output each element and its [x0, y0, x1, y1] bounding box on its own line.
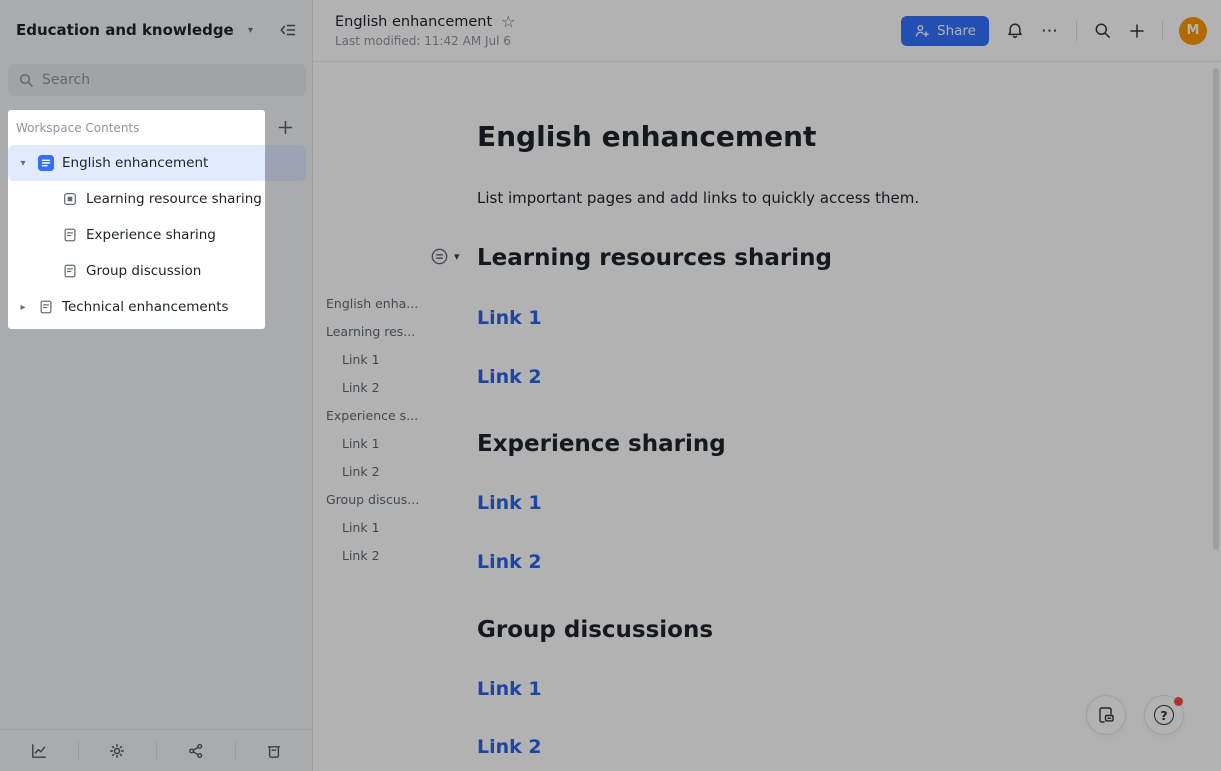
heading-menu-circle-icon[interactable] — [430, 247, 449, 266]
settings-gear-icon[interactable] — [79, 742, 157, 760]
doc-title: English enhancement — [477, 120, 816, 153]
sidebar-search[interactable] — [8, 64, 306, 96]
heading-menu-control[interactable]: ▾ — [430, 247, 460, 266]
trash-icon[interactable] — [236, 742, 314, 760]
sidebar-item-technical-enhancements[interactable]: ▸ Technical enhancements — [8, 289, 306, 325]
tree-item-label: Technical enhancements — [62, 299, 229, 315]
chevron-down-icon[interactable]: ▾ — [248, 25, 253, 36]
topbar: English enhancement ☆ Last modified: 11:… — [313, 0, 1221, 62]
sidebar-item-english-enhancement[interactable]: ▾ English enhancement — [8, 145, 306, 181]
tree-item-label: Experience sharing — [86, 227, 216, 243]
document-comment-icon — [1096, 705, 1116, 725]
sidebar-footer — [0, 729, 313, 771]
workspace-contents-label: Workspace Contents — [16, 121, 139, 135]
outline-item[interactable]: Group discus... — [326, 486, 436, 514]
doc-link[interactable]: Link 2 — [477, 550, 542, 574]
topbar-divider — [1076, 21, 1077, 41]
person-plus-icon — [914, 23, 930, 39]
outline-item[interactable]: Experience s... — [326, 402, 436, 430]
section-heading: Learning resources sharing — [477, 243, 832, 273]
document-icon — [38, 299, 54, 315]
add-page-icon[interactable] — [277, 119, 294, 136]
workspace-contents-tree: Workspace Contents ▾ English enhancement… — [8, 110, 306, 325]
grid-document-icon — [62, 191, 78, 207]
heading-collapse-caret-icon[interactable]: ▾ — [454, 250, 460, 263]
document-icon-blue — [38, 155, 54, 171]
create-new-plus-icon[interactable] — [1128, 22, 1146, 40]
section-heading: Experience sharing — [477, 429, 726, 459]
share-nodes-icon[interactable] — [157, 742, 235, 760]
doc-link[interactable]: Link 1 — [477, 491, 542, 515]
expand-caret-icon[interactable]: ▾ — [16, 158, 30, 169]
avatar[interactable]: M — [1179, 17, 1207, 45]
outline-item[interactable]: Link 2 — [326, 374, 436, 402]
document-icon — [62, 227, 78, 243]
outline-item[interactable]: Link 2 — [326, 542, 436, 570]
outline-item[interactable]: Link 1 — [326, 346, 436, 374]
search-icon — [18, 72, 34, 88]
share-button-label: Share — [937, 23, 976, 39]
tree-item-label: Learning resource sharing — [86, 191, 262, 207]
search-input[interactable] — [42, 72, 282, 88]
sidebar-item-experience-sharing[interactable]: Experience sharing — [8, 217, 306, 253]
outline-item[interactable]: Link 1 — [326, 430, 436, 458]
star-favorite-icon[interactable]: ☆ — [501, 14, 515, 30]
last-modified-text: Last modified: 11:42 AM Jul 6 — [335, 34, 516, 48]
collapsed-caret-icon[interactable]: ▸ — [16, 302, 30, 313]
notifications-bell-icon[interactable] — [1005, 21, 1025, 41]
share-button[interactable]: Share — [901, 16, 989, 46]
analytics-icon[interactable] — [0, 742, 78, 760]
workspace-title[interactable]: Education and knowledge sh... — [16, 21, 238, 39]
document-outline: English enha... Learning res... Link 1 L… — [326, 290, 436, 570]
sidebar-item-learning-resource-sharing[interactable]: Learning resource sharing — [8, 181, 306, 217]
collapse-sidebar-icon[interactable] — [278, 20, 298, 40]
outline-item[interactable]: Link 2 — [326, 458, 436, 486]
section-heading: Group discussions — [477, 615, 713, 645]
doc-link[interactable]: Link 1 — [477, 677, 542, 701]
outline-item[interactable]: Link 1 — [326, 514, 436, 542]
search-icon[interactable] — [1093, 21, 1112, 40]
outline-item[interactable]: Learning res... — [326, 318, 436, 346]
scrollbar-thumb[interactable] — [1213, 68, 1219, 550]
doc-intro: List important pages and add links to qu… — [477, 189, 919, 207]
main-area: English enhancement ☆ Last modified: 11:… — [313, 0, 1221, 771]
topbar-divider — [1162, 21, 1163, 41]
sidebar-item-group-discussion[interactable]: Group discussion — [8, 253, 306, 289]
notification-dot — [1174, 697, 1183, 706]
workspace-header[interactable]: Education and knowledge sh... ▾ — [0, 0, 312, 40]
tree-item-label: English enhancement — [62, 155, 208, 171]
more-options-icon[interactable]: ⋯ — [1041, 21, 1060, 41]
doc-link[interactable]: Link 2 — [477, 365, 542, 389]
document-area: English enha... Learning res... Link 1 L… — [313, 63, 1221, 771]
comments-panel-button[interactable] — [1086, 695, 1126, 735]
doc-link[interactable]: Link 1 — [477, 306, 542, 330]
outline-item[interactable]: English enha... — [326, 290, 436, 318]
tree-item-label: Group discussion — [86, 263, 201, 279]
question-mark-icon: ? — [1154, 705, 1174, 725]
document-icon — [62, 263, 78, 279]
doc-link[interactable]: Link 2 — [477, 735, 542, 759]
page-title: English enhancement — [335, 14, 492, 30]
